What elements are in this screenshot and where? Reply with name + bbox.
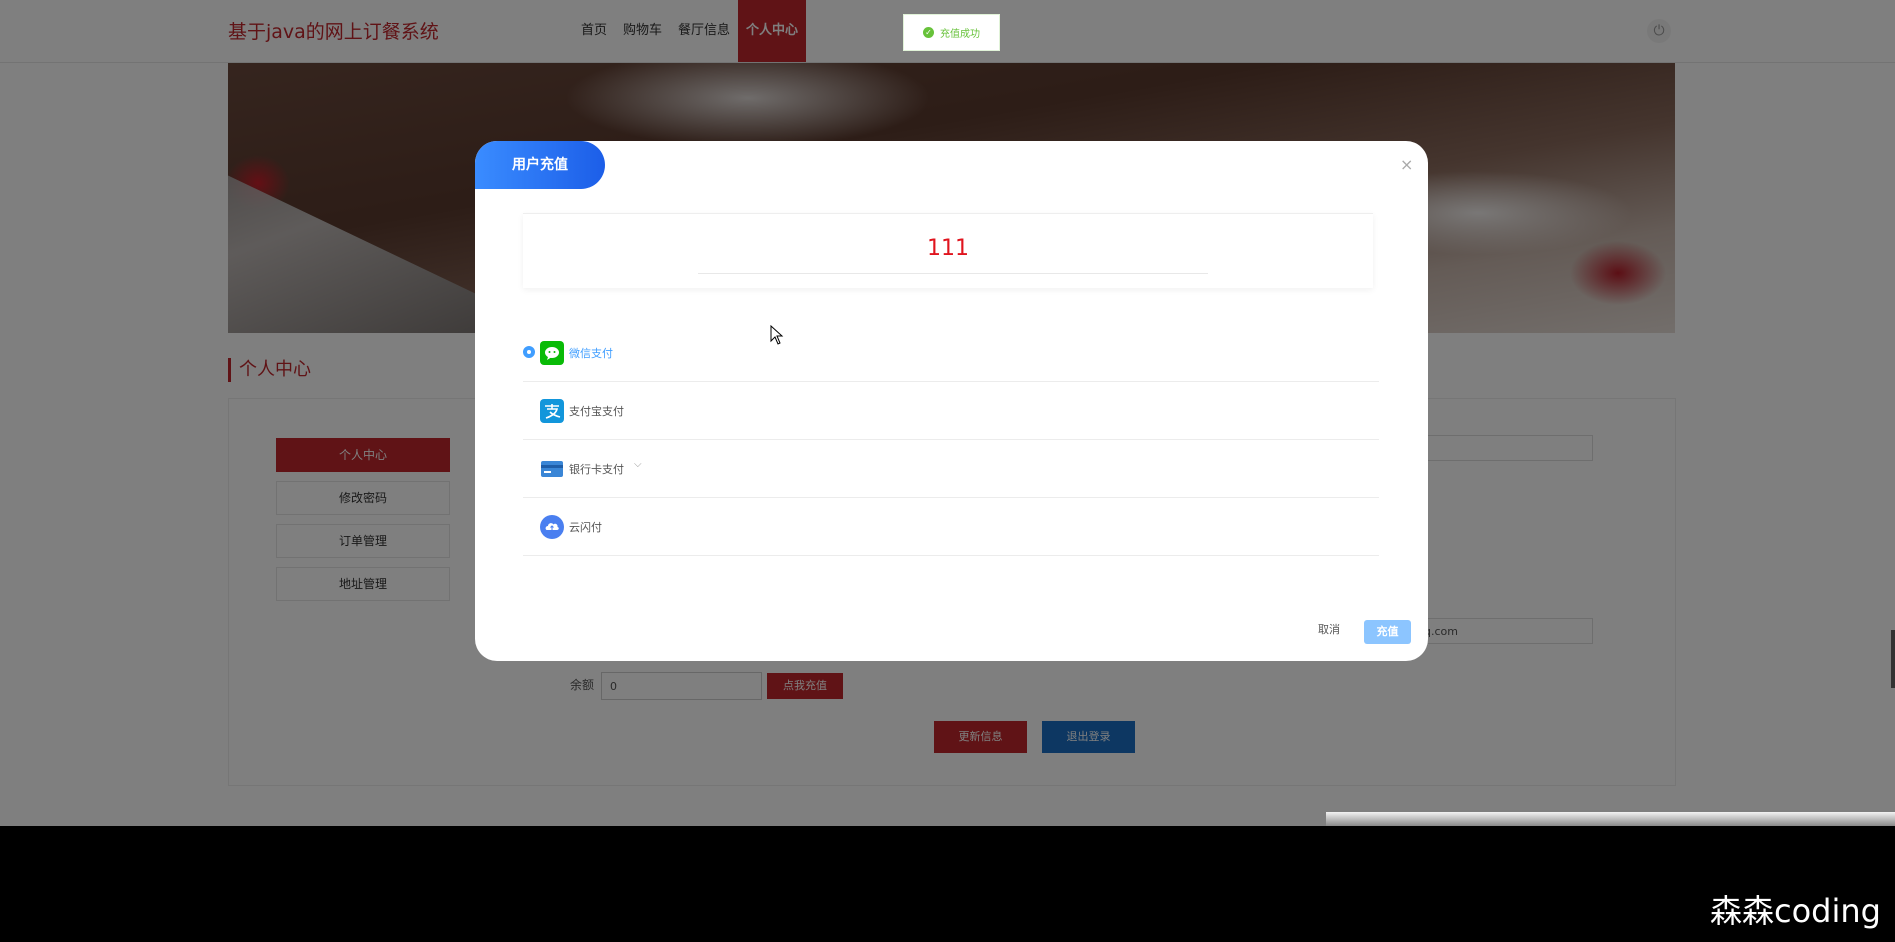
payment-option-alipay[interactable]: 支付宝支付 <box>523 382 1379 440</box>
payment-label: 微信支付 <box>569 347 613 360</box>
watermark-text: 森森coding <box>1710 892 1881 930</box>
payment-option-wechat[interactable]: 微信支付 <box>523 324 1379 382</box>
amount-value[interactable]: 111 <box>523 236 1373 261</box>
footer-bar <box>0 826 1895 942</box>
payment-option-cloud-pay[interactable]: 云闪付 <box>523 498 1379 556</box>
payment-label: 银行卡支付 <box>569 463 624 476</box>
payment-label: 支付宝支付 <box>569 405 624 418</box>
alipay-icon <box>540 399 564 423</box>
bank-card-icon <box>541 461 563 477</box>
success-toast: ✓ 充值成功 <box>903 14 1000 51</box>
payment-label: 云闪付 <box>569 521 602 534</box>
payment-option-bank-card[interactable]: 银行卡支付 ⌵ <box>523 440 1379 498</box>
union-cloud-pay-icon <box>540 515 564 539</box>
payment-method-list: 微信支付 支付宝支付 银行卡支付 ⌵ 云闪付 <box>523 324 1379 556</box>
wechat-pay-icon <box>540 341 564 365</box>
confirm-recharge-button[interactable]: 充值 <box>1364 620 1411 644</box>
cancel-button[interactable]: 取消 <box>1318 621 1340 637</box>
scrollbar-thumb[interactable] <box>1891 630 1895 688</box>
dialog-title: 用户充值 <box>475 141 605 189</box>
radio-selected-icon[interactable] <box>523 346 535 358</box>
close-icon[interactable]: × <box>1400 155 1413 174</box>
chevron-down-icon[interactable]: ⌵ <box>634 459 642 470</box>
amount-display: 111 <box>523 213 1373 288</box>
recharge-dialog: 用户充值 × 111 微信支付 支付宝支付 银行卡支付 ⌵ 云闪付 取消 充值 <box>475 141 1428 661</box>
check-circle-icon: ✓ <box>923 27 934 38</box>
toast-message: 充值成功 <box>940 29 980 40</box>
mouse-pointer-icon <box>770 325 784 345</box>
amount-underline <box>698 273 1208 274</box>
